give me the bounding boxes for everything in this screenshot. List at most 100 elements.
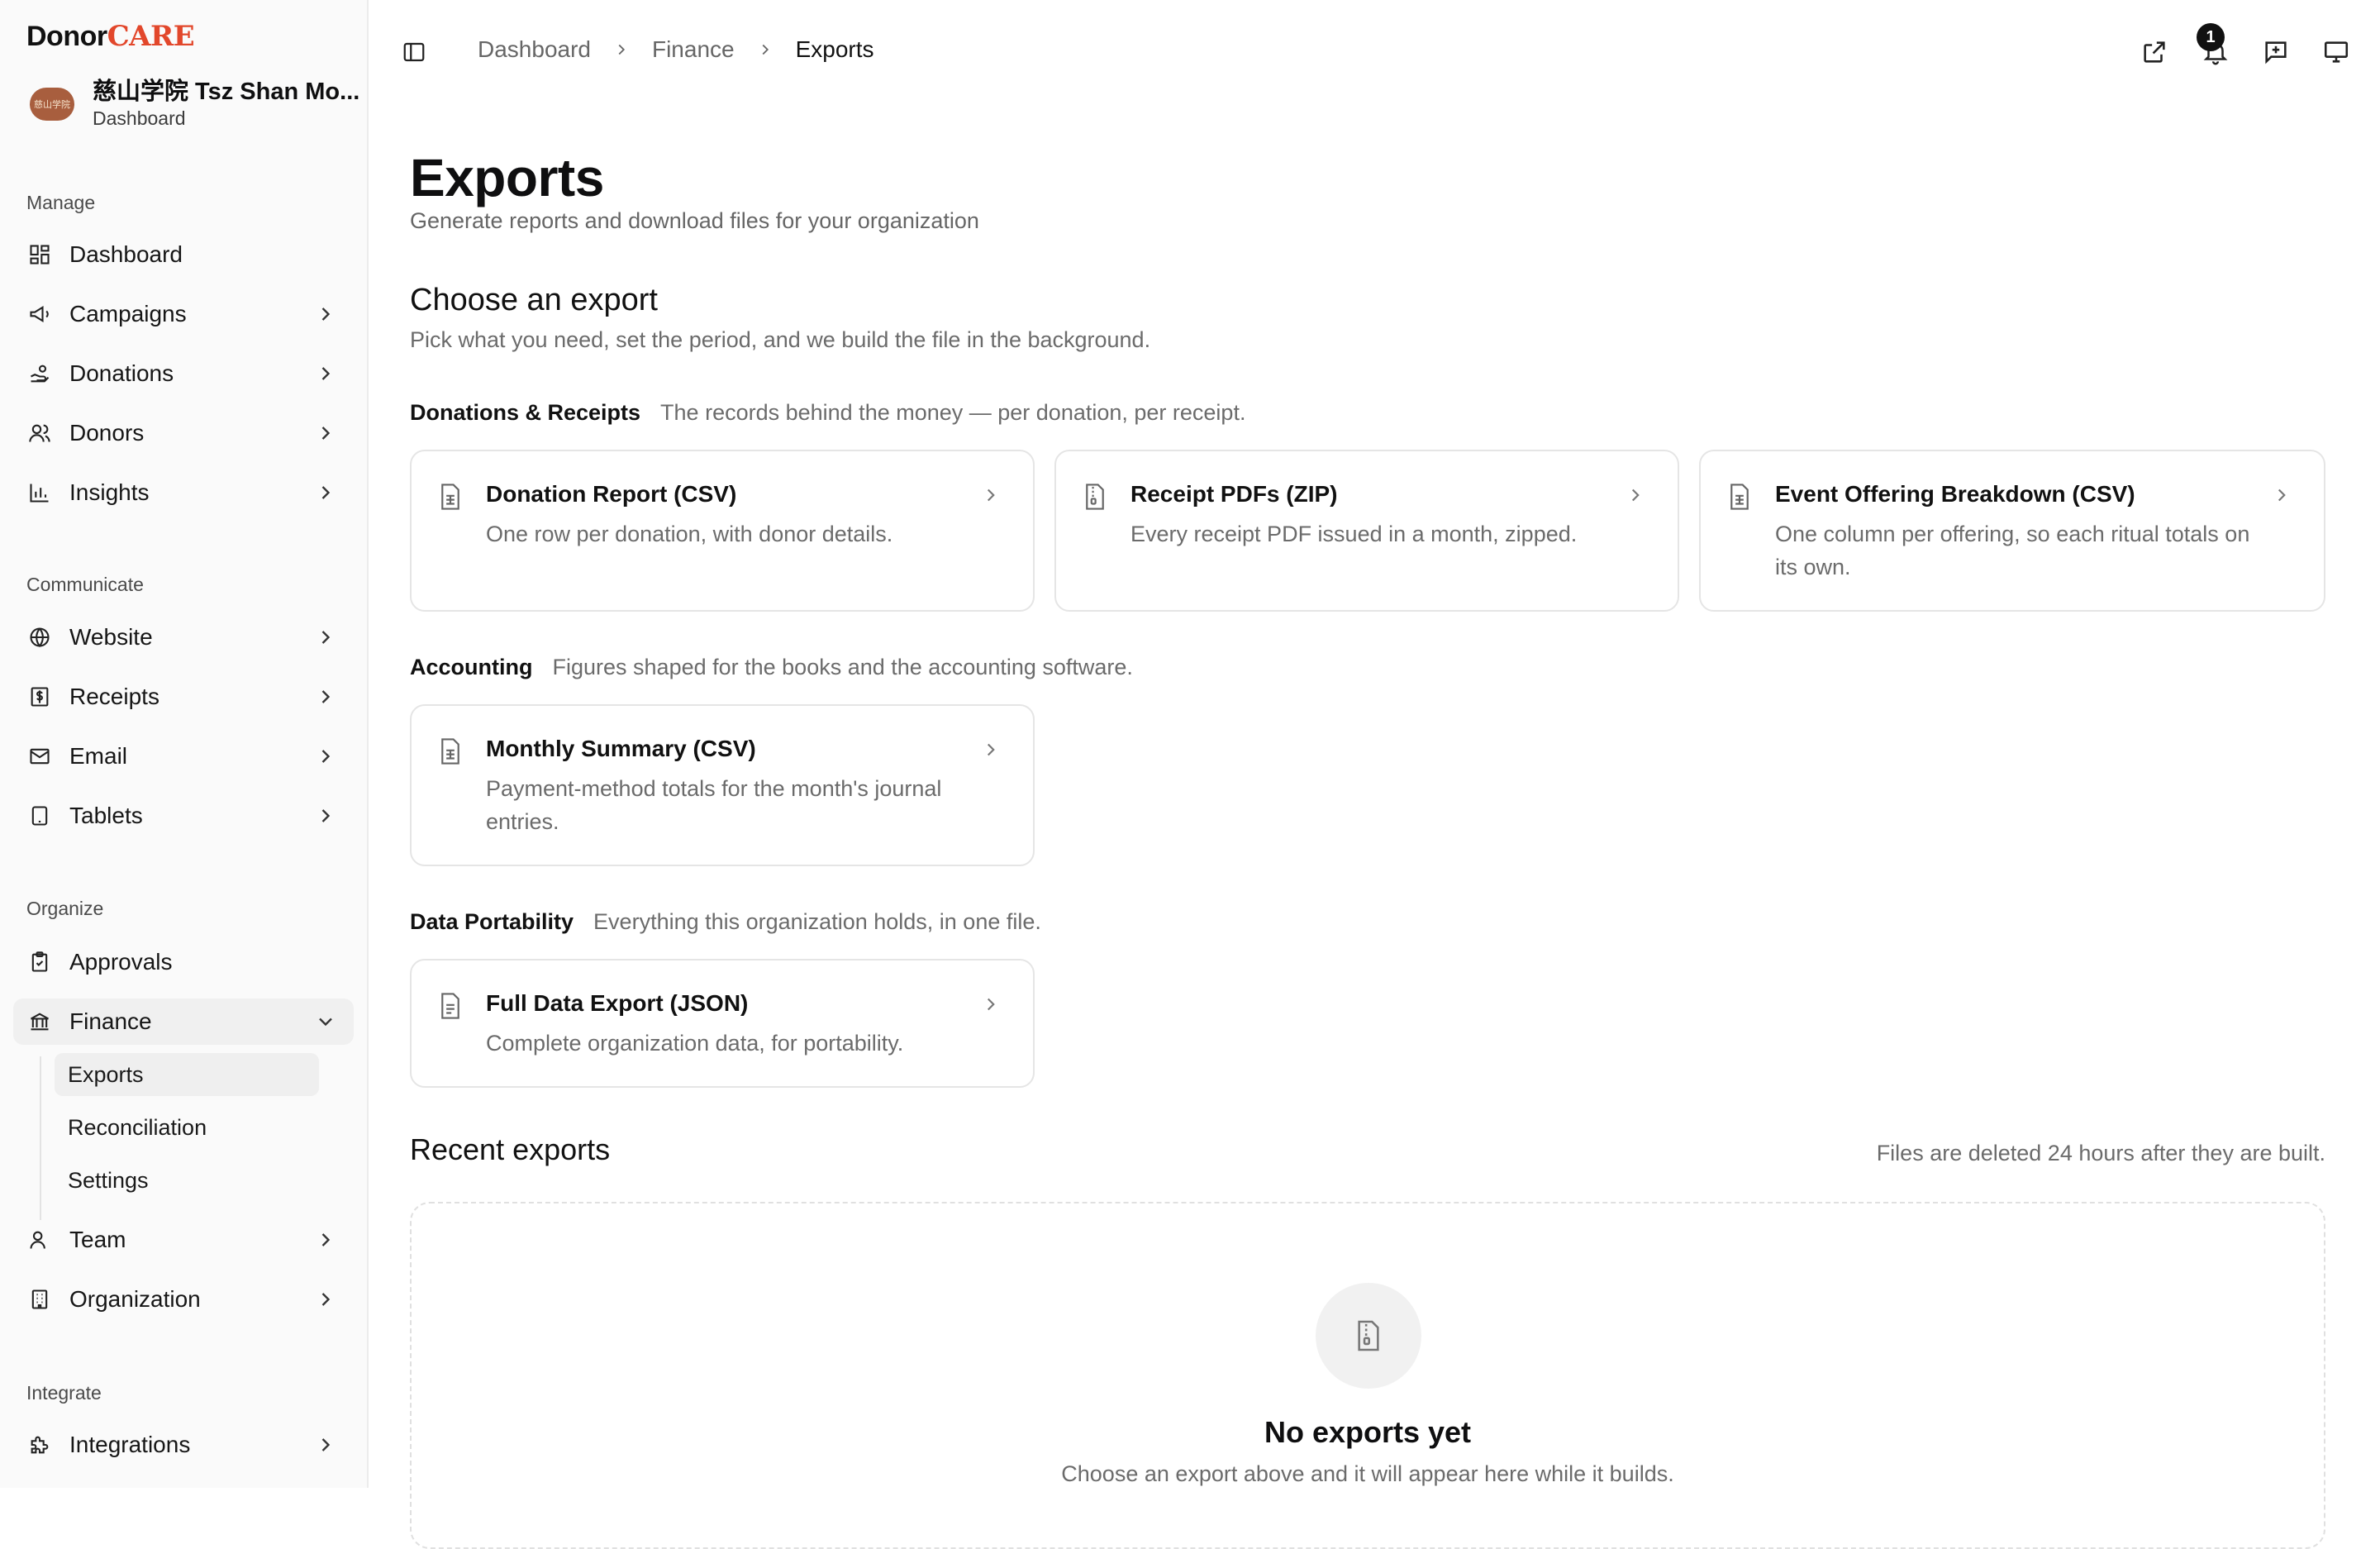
sidebar-item-label: Team [69,1227,126,1252]
export-card-event-offering[interactable]: Event Offering Breakdown (CSV) One colum… [1699,450,2325,612]
submenu-rail [40,1056,41,1220]
org-subtitle: Dashboard [93,107,186,129]
sidebar-subitem-reconciliation[interactable]: Reconciliation [55,1106,319,1149]
external-link-icon[interactable] [2140,38,2168,66]
message-plus-icon[interactable] [2262,38,2290,66]
brand-name-part1: Donor [26,21,107,52]
export-group-description: Figures shaped for the books and the acc… [552,655,1133,679]
file-spreadsheet-icon [441,738,459,765]
export-card-description: Complete organization data, for portabil… [486,1031,904,1056]
clipboard-check-icon [26,949,53,975]
sidebar-item-email[interactable]: Email [13,733,354,779]
export-card-description: One column per offering, so each ritual … [1775,522,2250,579]
sidebar-item-label: Email [69,743,128,769]
export-card-donation-report[interactable]: Donation Report (CSV) One row per donati… [410,450,1035,612]
chevron-right-icon [987,998,995,1011]
receipt-dollar-icon [26,684,53,710]
section-label-integrate: Integrate [26,1382,102,1404]
chevron-right-icon [321,1293,331,1306]
org-switcher[interactable]: 慈山学院 慈山学院 Tsz Shan Mo... Dashboard [30,78,359,131]
chevron-right-icon [987,489,995,502]
sidebar-item-label: Insights [69,479,150,505]
export-group-description: The records behind the money — per donat… [660,400,1246,425]
sidebar-item-label: Integrations [69,1432,191,1457]
chevron-right-icon [321,690,331,703]
user-icon [26,1227,53,1253]
sidebar-item-label: Organization [69,1286,201,1312]
empty-state-title: No exports yet [1264,1415,1472,1449]
org-name: 慈山学院 Tsz Shan Mo... [93,79,360,105]
breadcrumb-dashboard[interactable]: Dashboard [478,36,591,63]
file-text-icon [441,993,459,1019]
export-card-title: Donation Report (CSV) [486,481,737,507]
sidebar-subitem-exports[interactable]: Exports [55,1053,319,1096]
sidebar-item-donors[interactable]: Donors [13,410,354,456]
chevron-right-icon [2278,489,2286,502]
chevron-right-icon [321,486,331,499]
sidebar-item-label: Dashboard [69,241,183,267]
sidebar-item-label: Donors [69,420,145,446]
recent-exports-note: Files are deleted 24 hours after they ar… [1876,1141,2325,1165]
chevron-right-icon [321,367,331,380]
file-spreadsheet-icon [1730,484,1749,510]
page-subtitle: Generate reports and download files for … [410,208,979,233]
brand-logo[interactable]: DonorCARE [26,20,195,53]
export-group-title: Donations & Receipts [410,400,641,425]
breadcrumb-finance[interactable]: Finance [652,36,735,63]
sidebar-item-tablets[interactable]: Tablets [13,793,354,839]
monitor-icon[interactable] [2322,38,2350,66]
empty-state-icon-wrap [1316,1283,1421,1389]
sidebar-item-approvals[interactable]: Approvals [13,939,354,985]
sidebar-subitem-settings[interactable]: Settings [55,1159,319,1202]
sidebar-item-donations[interactable]: Donations [13,350,354,397]
users-icon [26,420,53,446]
export-group-title: Accounting [410,655,533,679]
sidebar-item-receipts[interactable]: Receipts [13,674,354,720]
export-card-title: Event Offering Breakdown (CSV) [1775,481,2135,507]
sidebar-item-dashboard[interactable]: Dashboard [13,231,354,278]
globe-icon [26,624,53,651]
chevron-right-icon [762,44,769,55]
sidebar-item-label: Donations [69,360,174,386]
sidebar-item-campaigns[interactable]: Campaigns [13,291,354,337]
brand-name-part2: CARE [107,20,195,53]
page-title: Exports [410,148,604,207]
dashboard-grid-icon [26,241,53,268]
chevron-right-icon [618,44,626,55]
sidebar-item-organization[interactable]: Organization [13,1276,354,1323]
sidebar-item-integrations[interactable]: Integrations [13,1422,354,1468]
mail-icon [26,743,53,770]
building-icon [26,1286,53,1313]
sidebar-item-team[interactable]: Team [13,1217,354,1263]
chevron-right-icon [321,1233,331,1246]
sidebar-item-website[interactable]: Website [13,614,354,660]
export-card-title: Full Data Export (JSON) [486,990,749,1016]
export-card-description: Payment-method totals for the month's jo… [486,776,942,834]
breadcrumb-exports: Exports [795,36,874,62]
chevron-right-icon [987,743,995,756]
choose-export-description: Pick what you need, set the period, and … [410,327,1151,352]
sidebar-item-label: Website [69,624,153,650]
export-group-title: Data Portability [410,909,574,934]
file-spreadsheet-icon [441,484,459,510]
notification-badge: 1 [2197,23,2225,51]
export-card-receipt-pdfs[interactable]: Receipt PDFs (ZIP) Every receipt PDF iss… [1054,450,1679,612]
chevron-right-icon [321,307,331,321]
sidebar-item-label: Receipts [69,684,159,709]
export-group-description: Everything this organization holds, in o… [593,909,1041,934]
sidebar-item-label: Finance [69,1008,152,1034]
org-logo-text: 慈山学院 [34,100,70,110]
tablet-icon [26,803,53,829]
breadcrumb: Dashboard Finance Exports [478,36,874,63]
sidebar: DonorCARE 慈山学院 慈山学院 Tsz Shan Mo... Dashb… [0,0,369,1488]
export-card-full-data[interactable]: Full Data Export (JSON) Complete organiz… [410,959,1035,1088]
export-group-header: Data Portability Everything this organiz… [410,909,1041,935]
sidebar-item-finance[interactable]: Finance [13,999,354,1045]
export-group-header: Donations & Receipts The records behind … [410,400,1245,426]
export-card-title: Monthly Summary (CSV) [486,736,756,761]
sidebar-item-insights[interactable]: Insights [13,469,354,516]
sidebar-toggle-icon[interactable] [402,40,426,64]
sidebar-item-label: Tablets [69,803,143,828]
file-archive-icon [1086,484,1104,510]
export-card-monthly-summary[interactable]: Monthly Summary (CSV) Payment-method tot… [410,704,1035,866]
